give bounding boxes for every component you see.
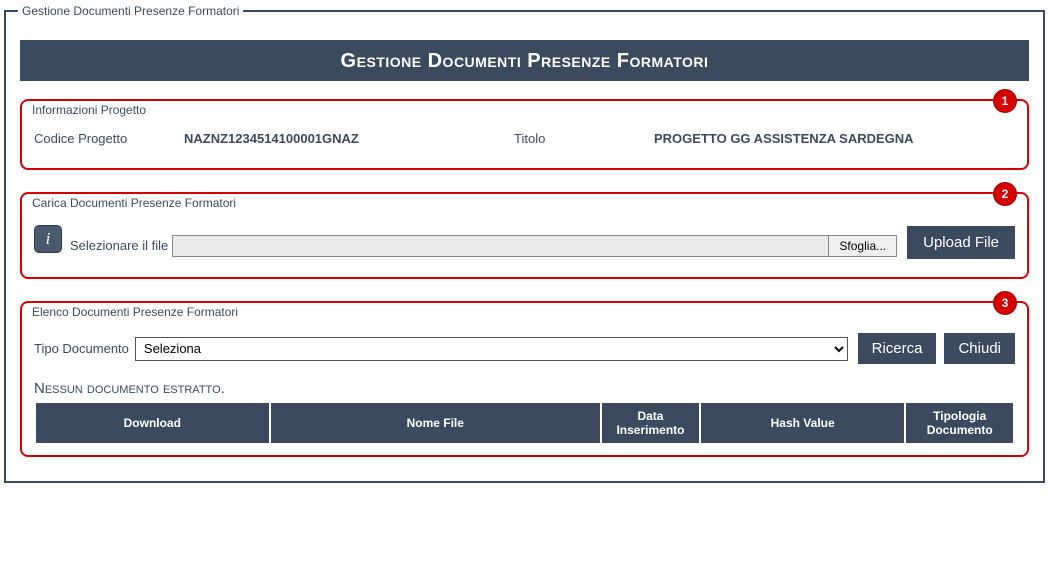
search-button[interactable]: Ricerca [858, 333, 937, 364]
callout-badge-2: 2 [993, 182, 1017, 206]
col-name: Nome File [271, 403, 600, 443]
doc-type-label: Tipo Documento [34, 341, 129, 356]
project-title-label: Titolo [514, 131, 654, 146]
info-legend: Informazioni Progetto [28, 103, 150, 117]
info-icon[interactable]: i [34, 225, 62, 253]
callout-badge-1: 1 [993, 89, 1017, 113]
callout-info: 1 Informazioni Progetto Codice Progetto … [20, 99, 1029, 170]
empty-message: Nessun documento estratto. [28, 374, 1021, 401]
documents-table: Download Nome File Data Inserimento Hash… [34, 403, 1015, 443]
filter-row: Tipo Documento Seleziona Ricerca Chiudi [28, 321, 1021, 374]
doc-type-select[interactable]: Seleziona [135, 337, 848, 361]
upload-button[interactable]: Upload File [907, 226, 1015, 259]
callout-badge-3: 3 [993, 291, 1017, 315]
col-date: Data Inserimento [602, 403, 699, 443]
info-row: Codice Progetto NAZNZ1234514100001GNAZ T… [28, 119, 1021, 160]
project-code-value: NAZNZ1234514100001GNAZ [184, 131, 514, 146]
page-title: Gestione Documenti Presenze Formatori [20, 40, 1029, 81]
close-button[interactable]: Chiudi [944, 333, 1015, 364]
col-type: Tipologia Documento [906, 403, 1013, 443]
project-title-value: PROGETTO GG ASSISTENZA SARDEGNA [654, 131, 1015, 146]
list-fieldset: Elenco Documenti Presenze Formatori Tipo… [28, 307, 1021, 447]
col-hash: Hash Value [701, 403, 904, 443]
callout-list: 3 Elenco Documenti Presenze Formatori Ti… [20, 301, 1029, 457]
file-input[interactable]: Sfoglia... [172, 235, 897, 257]
info-fieldset: Informazioni Progetto Codice Progetto NA… [28, 105, 1021, 160]
col-download: Download [36, 403, 269, 443]
upload-fieldset: Carica Documenti Presenze Formatori i Se… [28, 198, 1021, 269]
file-path [173, 236, 828, 256]
select-file-label: Selezionare il file [70, 238, 168, 253]
upload-legend: Carica Documenti Presenze Formatori [28, 196, 240, 210]
list-legend: Elenco Documenti Presenze Formatori [28, 305, 242, 319]
table-header-row: Download Nome File Data Inserimento Hash… [36, 403, 1013, 443]
upload-row: i Selezionare il file Sfoglia... Upload … [28, 212, 1021, 269]
browse-button[interactable]: Sfoglia... [828, 236, 896, 256]
page-fieldset: Gestione Documenti Presenze Formatori Ge… [4, 4, 1045, 483]
callout-upload: 2 Carica Documenti Presenze Formatori i … [20, 192, 1029, 279]
project-code-label: Codice Progetto [34, 131, 184, 146]
page-legend: Gestione Documenti Presenze Formatori [18, 4, 243, 18]
